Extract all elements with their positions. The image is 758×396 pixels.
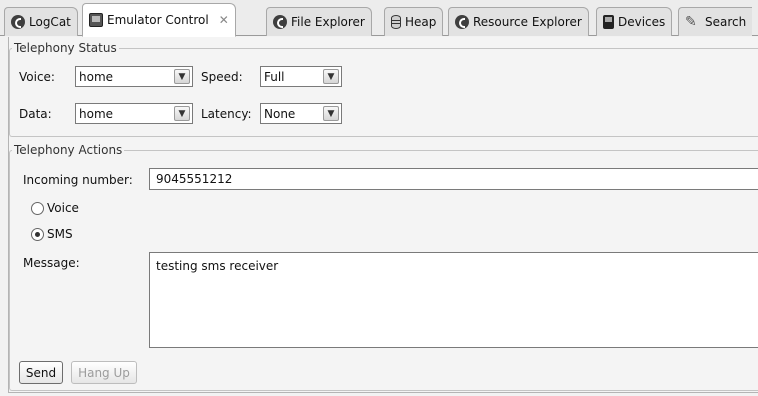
sms-radio[interactable]: SMS	[31, 227, 73, 241]
device-icon	[603, 15, 614, 29]
voice-status-dropdown[interactable]: home ▼	[75, 66, 193, 87]
data-status-value: home	[79, 106, 114, 121]
tab-emulator-control[interactable]: Emulator Control ✕	[82, 3, 236, 37]
sms-radio-circle[interactable]	[31, 227, 44, 241]
search-icon: ✎	[685, 14, 697, 30]
emulator-control-panel: Telephony Status Voice: home ▼ Speed: Fu…	[8, 37, 758, 393]
chevron-down-icon[interactable]: ▼	[174, 106, 190, 121]
message-textarea[interactable]: testing sms receiver	[149, 252, 758, 348]
heap-icon	[391, 15, 401, 29]
voice-radio-circle[interactable]	[31, 201, 44, 215]
telephony-status-legend: Telephony Status	[14, 41, 117, 55]
latency-label: Latency:	[201, 107, 252, 121]
close-icon[interactable]: ✕	[219, 14, 229, 26]
hang-up-button[interactable]: Hang Up	[71, 361, 137, 384]
tab-file-explorer[interactable]: File Explorer	[266, 7, 372, 36]
chevron-down-icon[interactable]: ▼	[174, 69, 190, 84]
tab-heap[interactable]: Heap	[384, 7, 444, 36]
incoming-number-label: Incoming number:	[23, 173, 133, 187]
send-button[interactable]: Send	[19, 361, 63, 384]
tab-label: Heap	[405, 15, 437, 29]
incoming-number-input[interactable]: 9045551212	[149, 168, 758, 190]
tab-search[interactable]: ✎ Search	[678, 7, 753, 36]
android-icon	[11, 15, 25, 29]
tab-devices[interactable]: Devices	[596, 7, 673, 36]
speed-label: Speed:	[201, 70, 243, 84]
tab-label: Devices	[618, 15, 666, 29]
speed-dropdown[interactable]: Full ▼	[260, 66, 342, 87]
message-label: Message:	[23, 256, 80, 270]
chevron-down-icon[interactable]: ▼	[323, 69, 339, 84]
android-icon	[273, 15, 287, 29]
tab-label: Resource Explorer	[473, 15, 582, 29]
tab-logcat[interactable]: LogCat	[4, 7, 78, 36]
android-icon	[455, 15, 469, 29]
view-tab-bar: LogCat Emulator Control ✕ File Explorer …	[0, 0, 758, 37]
tab-label: LogCat	[29, 15, 71, 29]
voice-status-value: home	[79, 69, 114, 84]
data-status-label: Data:	[19, 107, 52, 121]
speed-value: Full	[264, 69, 285, 84]
tab-resource-explorer[interactable]: Resource Explorer	[448, 7, 589, 36]
tab-label: Search	[705, 15, 747, 29]
tab-label: Emulator Control	[107, 13, 209, 27]
emulator-screen-icon	[89, 13, 103, 27]
telephony-actions-legend: Telephony Actions	[14, 143, 123, 157]
sms-radio-label: SMS	[47, 227, 73, 241]
voice-radio-label: Voice	[47, 201, 79, 215]
chevron-down-icon[interactable]: ▼	[323, 106, 339, 121]
voice-status-label: Voice:	[19, 70, 55, 84]
voice-radio[interactable]: Voice	[31, 201, 79, 215]
latency-value: None	[264, 106, 296, 121]
latency-dropdown[interactable]: None ▼	[260, 103, 342, 124]
tab-label: File Explorer	[291, 15, 365, 29]
data-status-dropdown[interactable]: home ▼	[75, 103, 193, 124]
